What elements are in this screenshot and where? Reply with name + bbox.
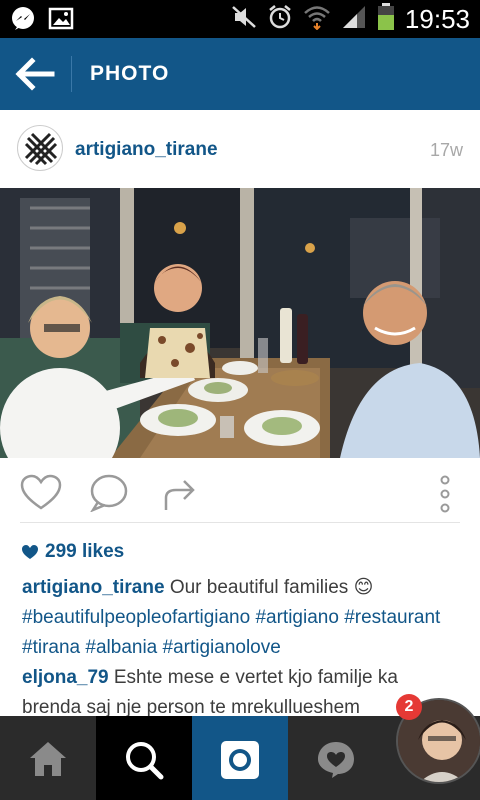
post-header: artigiano_tirane 17w [0,110,480,188]
status-time: 19:53 [404,3,470,34]
comment-author[interactable]: eljona_79 [22,667,109,688]
nav-search[interactable] [96,716,192,800]
hashtag[interactable]: #restaurant [344,607,440,628]
hashtag[interactable]: #albania [85,637,157,658]
more-vertical-icon [440,475,450,513]
camera-icon [221,741,259,779]
signal-icon [341,4,367,35]
mute-icon [231,5,257,34]
caption: artigiano_tirane Our beautiful families … [22,573,462,663]
header-divider [71,56,72,92]
likes-count: 299 likes [45,541,125,562]
status-bar: 19:53 [0,0,480,38]
nav-camera[interactable] [192,716,288,800]
chat-head[interactable]: 2 [396,694,480,788]
wifi-icon [303,4,331,35]
heart-filled-icon [22,544,38,559]
share-arrow-icon [164,480,195,510]
app-header: PHOTO [0,38,480,110]
caption-text: Our beautiful families [164,577,354,598]
post-username[interactable]: artigiano_tirane [75,139,218,161]
post-actions [0,458,480,523]
hashtag[interactable]: #artigianolove [163,637,281,658]
heart-icon [20,474,62,510]
likes-row[interactable]: 299 likes [22,540,124,564]
hashtag[interactable]: #beautifulpeopleofartigiano [22,607,250,628]
home-icon [30,742,66,776]
like-button[interactable] [20,474,64,514]
nav-activity[interactable] [288,716,384,800]
activity-icon [318,742,354,778]
caption-author[interactable]: artigiano_tirane [22,577,165,598]
alarm-icon [267,4,293,35]
battery-icon [377,2,395,36]
more-options-button[interactable] [430,474,460,514]
gallery-icon [48,6,74,37]
post-photo[interactable] [0,188,480,458]
hashtag[interactable]: #artigiano [255,607,338,628]
page-title: PHOTO [90,62,170,85]
hashtag[interactable]: #tirana [22,637,80,658]
actions-divider [20,522,460,523]
search-icon [126,742,164,780]
back-button[interactable] [12,54,58,94]
avatar[interactable] [17,125,63,171]
smile-emoji: 😊 [353,577,374,598]
post-timestamp: 17w [429,140,463,160]
share-button[interactable] [158,474,202,514]
messenger-icon [10,6,36,37]
comment-bubble-icon [89,474,128,513]
comment-button[interactable] [88,474,132,514]
nav-home[interactable] [0,716,96,800]
arrow-left-icon [15,57,55,91]
chat-badge: 2 [396,694,422,720]
